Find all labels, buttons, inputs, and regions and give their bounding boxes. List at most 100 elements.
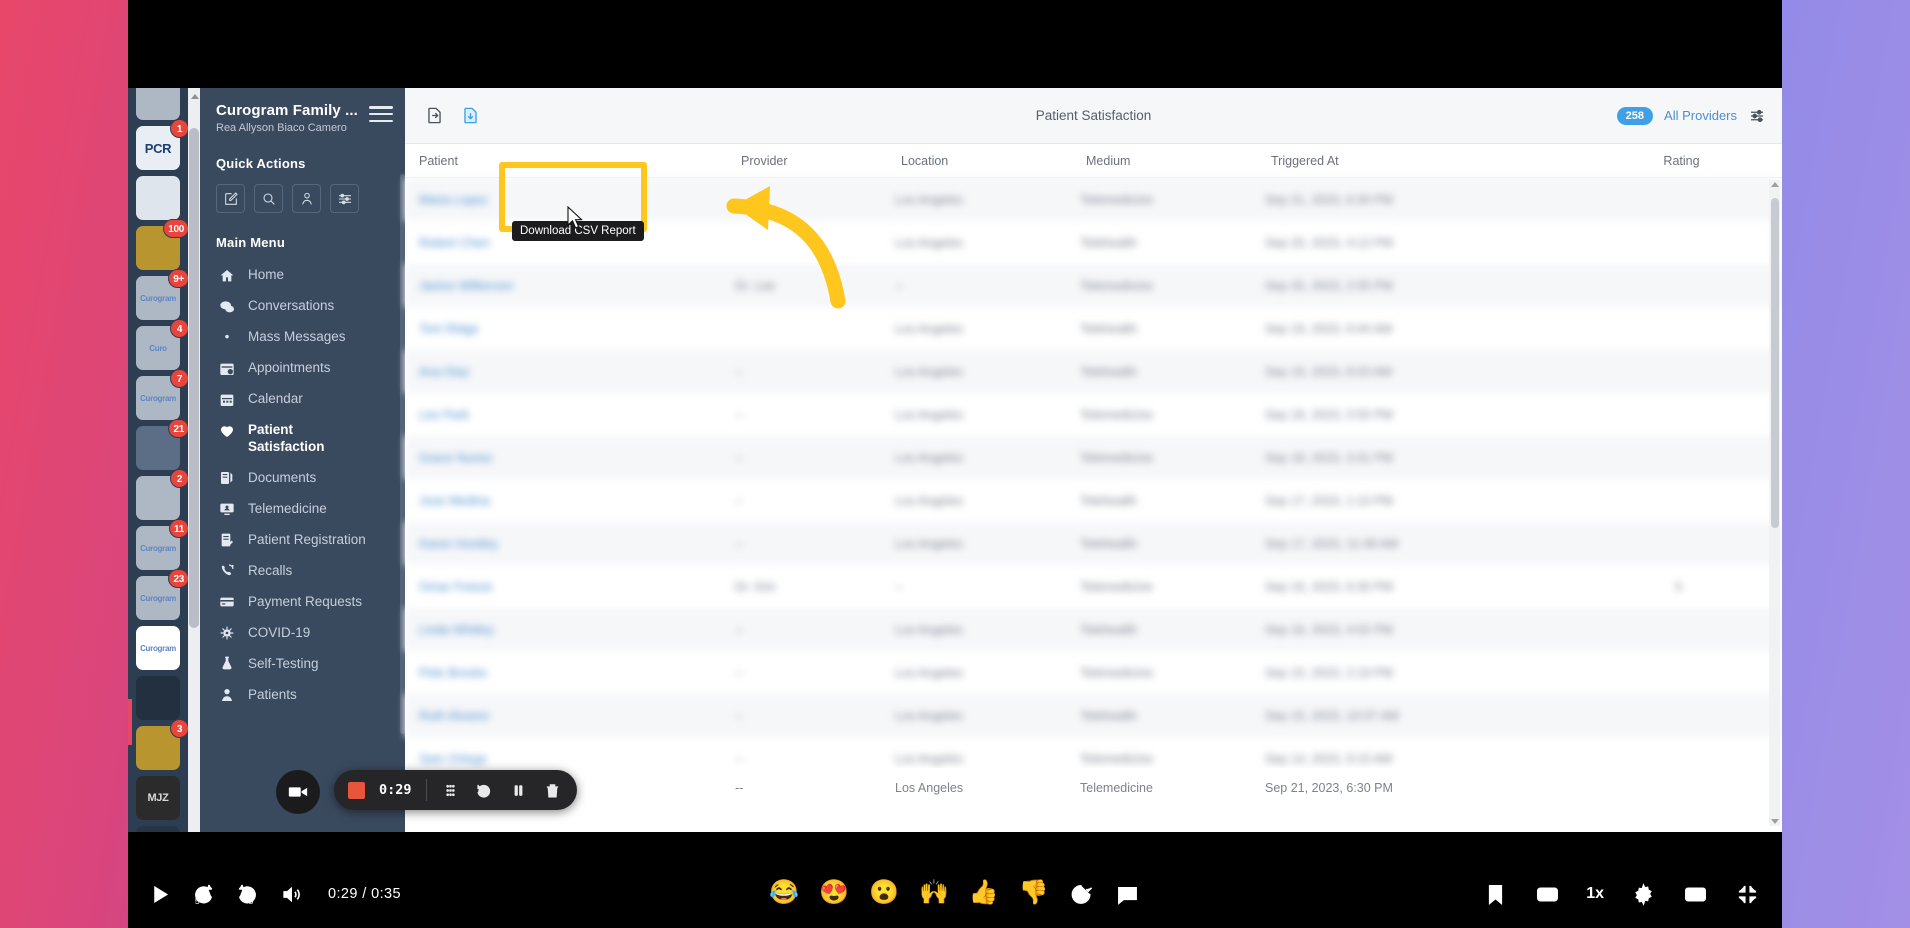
tab-curogram-3[interactable]: Curogram 7 xyxy=(136,369,189,420)
cell-provider: -- xyxy=(735,450,744,465)
scrollbar-thumb[interactable] xyxy=(189,128,199,628)
reaction-surprised[interactable]: 😮 xyxy=(869,881,899,907)
recorder-pause-button[interactable] xyxy=(509,780,529,800)
sidebar-item-covid-19[interactable]: COVID-19 xyxy=(200,618,405,649)
table-row[interactable]: Jose Medina -- Los Angeles Telehealth Sep 17… xyxy=(405,479,1782,522)
table-scrollbar[interactable] xyxy=(1769,180,1780,826)
column-header-provider[interactable]: Provider xyxy=(741,154,901,168)
settings-gear-icon[interactable] xyxy=(1630,881,1656,907)
recorder-drag-handle[interactable] xyxy=(441,780,461,800)
exit-fullscreen-icon[interactable] xyxy=(1734,881,1760,907)
sidebar-item-self-testing[interactable]: Self-Testing xyxy=(200,649,405,680)
patient-icon[interactable] xyxy=(292,184,321,213)
reaction-joy[interactable]: 😂 xyxy=(769,881,799,907)
table-row[interactable]: Ruth Alvarez -- Los Angeles Telehealth Sep 1… xyxy=(405,694,1782,737)
scroll-up-arrow-icon[interactable] xyxy=(191,94,199,99)
sidebar-item-home[interactable]: Home xyxy=(200,260,405,291)
video-area[interactable]: PCR 1 100 Curogram 9+ Curo 4 Curogram 7 21 2 Curogr… xyxy=(128,0,1782,860)
add-reaction-icon[interactable] xyxy=(1069,881,1095,907)
cell-medium: Telemedicine xyxy=(1080,278,1153,293)
scroll-up-arrow-icon[interactable] xyxy=(1771,182,1779,187)
cell-triggered: Sep 15, 2023, 2:19 PM xyxy=(1265,665,1393,680)
cell-triggered: Sep 17, 2023, 11:48 AM xyxy=(1265,536,1399,551)
scrollbar-thumb[interactable] xyxy=(1770,198,1779,528)
table-row[interactable]: Omar Freeze Dr. Kim -- Telemedicine Sep 16, … xyxy=(405,565,1782,608)
tab-pcr[interactable]: PCR 1 xyxy=(136,119,189,170)
recorder-delete-button[interactable] xyxy=(543,780,563,800)
table-row[interactable]: Grace Nunez -- Los Angeles Telemedicine Sep … xyxy=(405,436,1782,479)
table-row[interactable]: Maria Lopez Los Angeles Telemedicine Sep 21… xyxy=(405,178,1782,221)
tab-covid[interactable] xyxy=(136,676,180,720)
sidebar-item-payment-requests[interactable]: Payment Requests xyxy=(200,587,405,618)
closed-captions-icon[interactable]: CC xyxy=(1534,881,1560,907)
reaction-thumbs-down[interactable]: 👎 xyxy=(1019,881,1049,907)
column-header-rating[interactable]: Rating xyxy=(1581,154,1782,168)
sidebar-item-appointments[interactable]: Appointments xyxy=(200,353,405,384)
browser-tab-strip[interactable]: PCR 1 100 Curogram 9+ Curo 4 Curogram 7 21 2 Curogr… xyxy=(128,88,189,832)
compose-icon[interactable] xyxy=(216,184,245,213)
tab-badge: 4 xyxy=(170,319,189,338)
recorder-restart-button[interactable] xyxy=(475,780,495,800)
scroll-down-arrow-icon[interactable] xyxy=(1771,819,1779,824)
filters-icon[interactable] xyxy=(330,184,359,213)
sidebar-item-telemedicine[interactable]: Telemedicine xyxy=(200,494,405,525)
sidebar-item-patients[interactable]: Patients xyxy=(200,680,405,711)
column-header-patient[interactable]: Patient xyxy=(411,154,741,168)
sidebar-item-patient-satisfaction[interactable]: Patient Satisfaction xyxy=(200,415,405,463)
tab-unknown-top[interactable] xyxy=(136,88,180,120)
sidebar-item-conversations[interactable]: Conversations xyxy=(200,291,405,322)
tab-curogram-4[interactable]: Curogram 11 xyxy=(136,519,189,570)
column-header-triggered[interactable]: Triggered At xyxy=(1271,154,1581,168)
comment-icon[interactable] xyxy=(1115,881,1141,907)
recorder-stop-button[interactable] xyxy=(348,781,365,799)
sidebar-item-calendar[interactable]: Calendar xyxy=(200,384,405,415)
table-row[interactable]: Linda Whitley -- Los Angeles Telehealth Sep … xyxy=(405,608,1782,651)
tabstrip-scrollbar[interactable] xyxy=(188,88,200,832)
cell-patient: Linda Whitley xyxy=(419,622,495,637)
tab-badge3[interactable]: 3 xyxy=(136,719,189,770)
cell-location: Los Angeles xyxy=(895,751,964,766)
table-row[interactable]: Karen Huntley -- Los Angeles Telehealth Sep … xyxy=(405,522,1782,565)
cell-triggered: Sep 18, 2023, 5:55 PM xyxy=(1265,407,1393,422)
video-player-shell: PCR 1 100 Curogram 9+ Curo 4 Curogram 7 21 2 Curogr… xyxy=(128,0,1782,928)
cell-location: Los Angeles xyxy=(895,321,964,336)
reaction-raising-hands[interactable]: 🙌 xyxy=(919,881,949,907)
sidebar-item-recalls[interactable]: Recalls xyxy=(200,556,405,587)
tab-seal[interactable] xyxy=(136,176,180,220)
bookmark-icon[interactable] xyxy=(1482,881,1508,907)
play-button[interactable] xyxy=(146,881,172,907)
sliders-icon[interactable] xyxy=(1748,107,1766,125)
search-icon[interactable] xyxy=(254,184,283,213)
table-row[interactable]: Pete Brooks -- Los Angeles Telemedicine Sep … xyxy=(405,651,1782,694)
picture-in-picture-icon[interactable] xyxy=(1682,881,1708,907)
table-row[interactable]: Tom Ridge Los Angeles Telehealth Sep 19, 20… xyxy=(405,307,1782,350)
camera-bubble[interactable] xyxy=(276,770,320,814)
column-header-location[interactable]: Location xyxy=(901,154,1086,168)
tab-curogram-2[interactable]: Curo 4 xyxy=(136,319,189,370)
tab-gold[interactable]: 100 xyxy=(136,219,189,270)
sidebar-item-patient-registration[interactable]: Patient Registration xyxy=(200,525,405,556)
tab-mjz[interactable]: MJZ xyxy=(136,776,180,820)
tab-curogram-active[interactable]: Curogram xyxy=(136,626,180,670)
all-providers-link[interactable]: All Providers xyxy=(1664,108,1737,123)
tab-clinic[interactable]: 2 xyxy=(136,469,189,520)
rewind-5-button[interactable]: 5 xyxy=(190,881,216,907)
reaction-thumbs-up[interactable]: 👍 xyxy=(969,881,999,907)
forward-5-button[interactable]: 5 xyxy=(234,881,260,907)
tab-curogram-1[interactable]: Curogram 9+ xyxy=(136,269,189,320)
table-row[interactable]: Ana Diaz -- Los Angeles Telehealth Sep 19, 2… xyxy=(405,350,1782,393)
column-header-medium[interactable]: Medium xyxy=(1086,154,1271,168)
tab-curogram-5[interactable]: Curogram 23 xyxy=(136,569,189,620)
playback-speed-button[interactable]: 1x xyxy=(1586,885,1604,903)
cell-patient: Grace Nunez xyxy=(419,450,493,465)
volume-icon[interactable] xyxy=(278,881,304,907)
sidebar-item-documents[interactable]: Documents xyxy=(200,463,405,494)
tab-ems[interactable]: 21 xyxy=(136,419,189,470)
tab-dark[interactable] xyxy=(136,826,180,832)
table-row-bottom[interactable]: ton Abella -- Los Angeles Telemedicine S… xyxy=(405,768,1782,808)
table-row[interactable]: Janice Wilkerson Dr. Lee -- Telemedicine Sep… xyxy=(405,264,1782,307)
reaction-heart-eyes[interactable]: 😍 xyxy=(819,881,849,907)
hamburger-menu-icon[interactable] xyxy=(369,106,393,122)
table-row[interactable]: Leo Park -- Los Angeles Telemedicine Sep 18,… xyxy=(405,393,1782,436)
sidebar-item-mass-messages[interactable]: Mass Messages xyxy=(200,322,405,353)
